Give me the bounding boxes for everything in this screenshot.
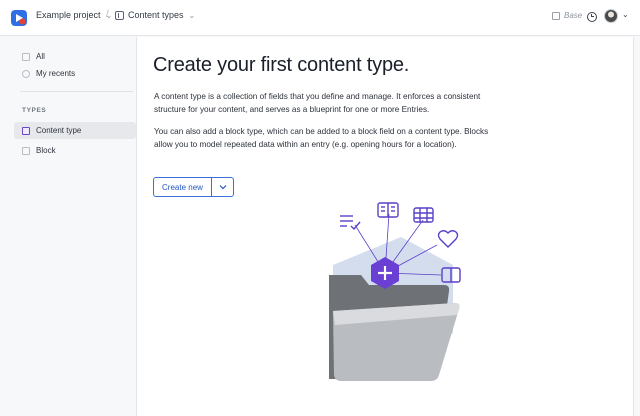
chevron-down-icon — [219, 184, 226, 189]
environment-badge[interactable]: Base — [552, 11, 582, 20]
create-new-button-group: Create new — [153, 177, 234, 197]
chevron-down-icon: ⌄ — [188, 10, 196, 20]
section-switcher[interactable]: Content types ⌄ — [115, 10, 195, 20]
sidebar-item-label: My recents — [36, 69, 76, 78]
breadcrumb-separator: / — [106, 9, 109, 20]
environment-icon — [552, 11, 560, 20]
block-icon — [22, 146, 30, 155]
create-new-dropdown-button[interactable] — [212, 177, 234, 197]
chevron-down-icon[interactable]: ⌄ — [622, 10, 629, 19]
clock-icon — [22, 69, 30, 78]
empty-state-illustration — [329, 202, 461, 381]
user-avatar[interactable] — [604, 9, 618, 23]
sidebar-item-label: Content type — [36, 126, 82, 135]
sidebar-item-content-type[interactable]: Content type — [14, 122, 136, 139]
document-icon — [377, 202, 399, 218]
create-new-button[interactable]: Create new — [153, 177, 212, 197]
project-name: Example project — [36, 10, 101, 20]
sidebar-item-my-recents[interactable]: My recents — [14, 65, 136, 82]
grid-icon — [22, 52, 30, 61]
sidebar-section-heading: TYPES — [22, 107, 47, 114]
app-logo-icon[interactable] — [10, 9, 28, 27]
sidebar: All My recents TYPES Content type Block — [6, 37, 136, 416]
content-type-icon — [115, 10, 124, 20]
history-clock-icon[interactable] — [587, 12, 597, 22]
sidebar-item-label: Block — [36, 146, 56, 155]
description-paragraph: A content type is a collection of fields… — [154, 92, 481, 114]
main-panel: Create your first content type. A conten… — [136, 37, 634, 416]
sidebar-divider — [20, 91, 133, 92]
block-description-paragraph: You can also add a block type, which can… — [154, 127, 489, 149]
heart-icon — [437, 230, 459, 248]
sidebar-item-block[interactable]: Block — [14, 142, 136, 159]
page-title: Create your first content type. — [153, 54, 410, 76]
checklist-icon — [340, 215, 361, 231]
content-type-icon — [22, 126, 30, 135]
sidebar-item-label: All — [36, 52, 45, 61]
table-icon — [413, 207, 434, 223]
top-bar: Example project ⌄ / Content types ⌄ Base… — [0, 0, 640, 36]
sidebar-item-all[interactable]: All — [14, 48, 136, 65]
section-name: Content types — [128, 10, 184, 20]
environment-label: Base — [564, 11, 583, 20]
project-switcher[interactable]: Example project ⌄ — [36, 10, 112, 20]
